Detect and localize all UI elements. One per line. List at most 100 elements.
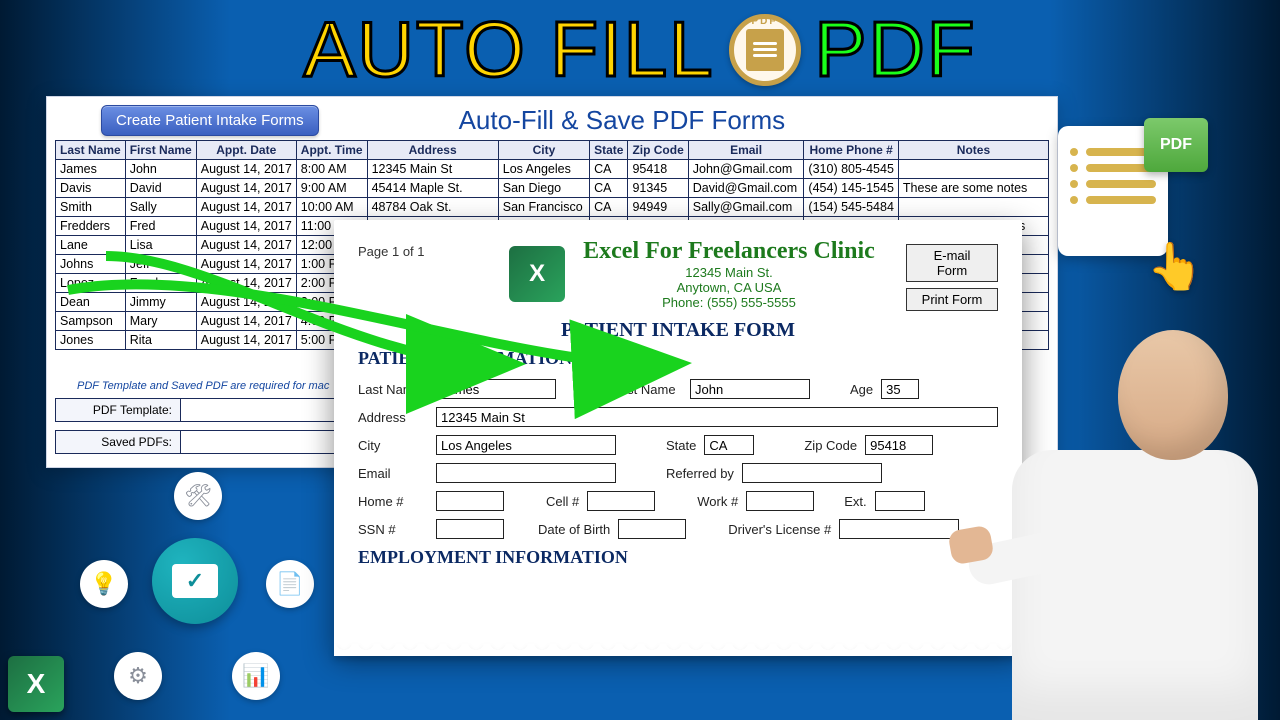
table-cell[interactable]: Jones: [56, 331, 126, 350]
input-address[interactable]: [436, 407, 998, 427]
input-dl[interactable]: [839, 519, 959, 539]
input-zip[interactable]: [865, 435, 933, 455]
table-cell[interactable]: Smith: [56, 198, 126, 217]
headline-right: PDF: [815, 4, 977, 95]
input-city[interactable]: [436, 435, 616, 455]
label-referred: Referred by: [666, 466, 734, 481]
table-cell[interactable]: Lane: [56, 236, 126, 255]
table-cell[interactable]: [898, 198, 1048, 217]
table-cell[interactable]: August 14, 2017: [196, 312, 296, 331]
table-header-cell: Notes: [898, 141, 1048, 160]
table-cell[interactable]: August 14, 2017: [196, 236, 296, 255]
table-cell[interactable]: David@Gmail.com: [688, 179, 804, 198]
table-cell[interactable]: John: [125, 160, 196, 179]
table-cell[interactable]: David: [125, 179, 196, 198]
table-header-cell: Address: [367, 141, 498, 160]
table-cell[interactable]: Lopez: [56, 274, 126, 293]
table-cell[interactable]: Sampson: [56, 312, 126, 331]
table-cell[interactable]: August 14, 2017: [196, 293, 296, 312]
excel-logo-icon: X: [509, 246, 565, 302]
table-cell[interactable]: John@Gmail.com: [688, 160, 804, 179]
gear-icon: ⚙: [114, 652, 162, 700]
table-cell[interactable]: 95418: [628, 160, 688, 179]
create-intake-forms-button[interactable]: Create Patient Intake Forms: [101, 105, 319, 136]
monitor-check-icon: [152, 538, 238, 624]
table-cell[interactable]: Sally@Gmail.com: [688, 198, 804, 217]
label-address: Address: [358, 410, 428, 425]
input-ssn[interactable]: [436, 519, 504, 539]
table-cell[interactable]: Jimmy: [125, 293, 196, 312]
input-age[interactable]: [881, 379, 919, 399]
table-cell[interactable]: 48784 Oak St.: [367, 198, 498, 217]
table-cell[interactable]: CA: [590, 198, 628, 217]
table-cell[interactable]: August 14, 2017: [196, 217, 296, 236]
table-cell[interactable]: 10:00 AM: [296, 198, 367, 217]
table-cell[interactable]: (154) 545-5484: [804, 198, 898, 217]
form-title: PATIENT INTAKE FORM: [358, 319, 998, 342]
table-cell[interactable]: 12345 Main St: [367, 160, 498, 179]
input-dob[interactable]: [618, 519, 686, 539]
label-email: Email: [358, 466, 428, 481]
input-work[interactable]: [746, 491, 814, 511]
table-cell[interactable]: Los Angeles: [498, 160, 589, 179]
table-cell[interactable]: [898, 160, 1048, 179]
table-cell[interactable]: James: [56, 160, 126, 179]
table-cell[interactable]: San Francisco: [498, 198, 589, 217]
table-cell[interactable]: Rita: [125, 331, 196, 350]
table-cell[interactable]: August 14, 2017: [196, 255, 296, 274]
input-ext[interactable]: [875, 491, 925, 511]
input-email[interactable]: [436, 463, 616, 483]
table-cell[interactable]: Frank: [125, 274, 196, 293]
table-cell[interactable]: Johns: [56, 255, 126, 274]
table-cell[interactable]: 8:00 AM: [296, 160, 367, 179]
label-cell: Cell #: [546, 494, 579, 509]
table-cell[interactable]: August 14, 2017: [196, 331, 296, 350]
print-form-button[interactable]: Print Form: [906, 288, 998, 311]
table-cell[interactable]: CA: [590, 160, 628, 179]
table-cell[interactable]: Fredders: [56, 217, 126, 236]
table-cell[interactable]: August 14, 2017: [196, 160, 296, 179]
pointer-hand-icon: 👆: [1147, 239, 1204, 294]
table-cell[interactable]: 45414 Maple St.: [367, 179, 498, 198]
table-cell[interactable]: Sally: [125, 198, 196, 217]
table-cell[interactable]: These are some notes: [898, 179, 1048, 198]
table-cell[interactable]: August 14, 2017: [196, 179, 296, 198]
table-cell[interactable]: San Diego: [498, 179, 589, 198]
email-form-button[interactable]: E-mail Form: [906, 244, 998, 282]
decorative-hub: 🛠 💡 📄 ⚙ 📊: [42, 442, 342, 702]
table-cell[interactable]: Mary: [125, 312, 196, 331]
clinic-name: Excel For Freelancers Clinic: [583, 238, 875, 265]
table-cell[interactable]: 94949: [628, 198, 688, 217]
label-age: Age: [850, 382, 873, 397]
table-cell[interactable]: Lisa: [125, 236, 196, 255]
label-ssn: SSN #: [358, 522, 428, 537]
table-cell[interactable]: 9:00 AM: [296, 179, 367, 198]
headline-left: AUTO FILL: [303, 4, 714, 95]
table-cell[interactable]: 91345: [628, 179, 688, 198]
input-cell[interactable]: [587, 491, 655, 511]
table-cell[interactable]: Fred: [125, 217, 196, 236]
table-row[interactable]: SmithSallyAugust 14, 201710:00 AM48784 O…: [56, 198, 1049, 217]
table-cell[interactable]: CA: [590, 179, 628, 198]
table-header-cell: State: [590, 141, 628, 160]
table-header-cell: Appt. Date: [196, 141, 296, 160]
input-referred[interactable]: [742, 463, 882, 483]
click-pdf-graphic: PDF 👆: [1058, 118, 1208, 298]
input-last-name[interactable]: [436, 379, 556, 399]
table-header-row: Last NameFirst NameAppt. DateAppt. TimeA…: [56, 141, 1049, 160]
label-dl: Driver's License #: [728, 522, 831, 537]
input-first-name[interactable]: [690, 379, 810, 399]
pdf-template-label: PDF Template:: [55, 398, 181, 422]
table-cell[interactable]: August 14, 2017: [196, 274, 296, 293]
clinic-addr1: 12345 Main St.: [583, 265, 875, 280]
table-cell[interactable]: Jeff: [125, 255, 196, 274]
table-row[interactable]: DavisDavidAugust 14, 20179:00 AM45414 Ma…: [56, 179, 1049, 198]
table-cell[interactable]: (310) 805-4545: [804, 160, 898, 179]
table-row[interactable]: JamesJohnAugust 14, 20178:00 AM12345 Mai…: [56, 160, 1049, 179]
table-cell[interactable]: (454) 145-1545: [804, 179, 898, 198]
table-cell[interactable]: Dean: [56, 293, 126, 312]
input-home[interactable]: [436, 491, 504, 511]
table-cell[interactable]: Davis: [56, 179, 126, 198]
table-cell[interactable]: August 14, 2017: [196, 198, 296, 217]
input-state[interactable]: [704, 435, 754, 455]
